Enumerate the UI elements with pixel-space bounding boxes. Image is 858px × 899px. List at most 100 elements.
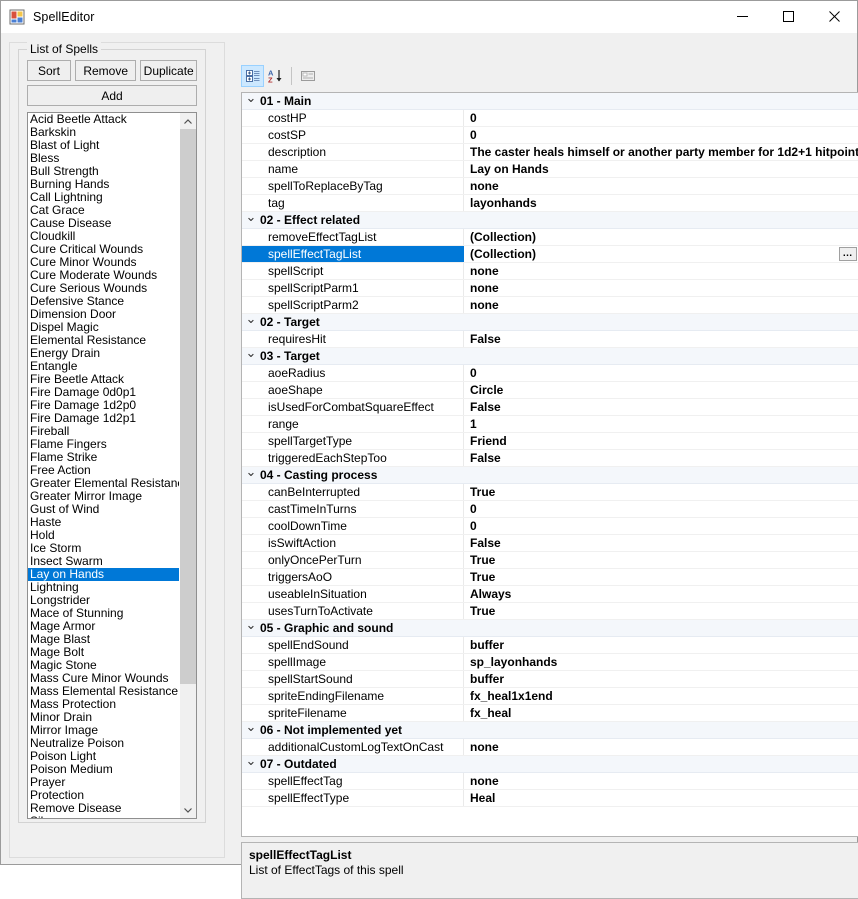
maximize-button[interactable] [765, 1, 811, 32]
list-item[interactable]: Cause Disease [28, 217, 179, 230]
list-item[interactable]: Cure Minor Wounds [28, 256, 179, 269]
list-item[interactable]: Cloudkill [28, 230, 179, 243]
property-category-header[interactable]: ⌄ 07 - Outdated [242, 753, 858, 773]
list-item[interactable]: Lightning [28, 581, 179, 594]
sort-button[interactable]: Sort [27, 60, 71, 81]
property-row[interactable]: aoeShape Circle [242, 382, 858, 399]
property-row[interactable]: triggeredEachStepToo False [242, 450, 858, 467]
duplicate-button[interactable]: Duplicate [140, 60, 197, 81]
list-item[interactable]: Cure Critical Wounds [28, 243, 179, 256]
property-row[interactable]: spellStartSound buffer [242, 671, 858, 688]
chevron-down-icon[interactable]: ⌄ [242, 617, 260, 633]
property-row[interactable]: requiresHit False [242, 331, 858, 348]
property-row[interactable]: aoeRadius 0 [242, 365, 858, 382]
property-value[interactable]: 0 [464, 127, 858, 143]
list-item[interactable]: Greater Elemental Resistanc [28, 477, 179, 490]
property-value[interactable]: False [464, 450, 858, 466]
list-item[interactable]: Dispel Magic [28, 321, 179, 334]
list-item[interactable]: Minor Drain [28, 711, 179, 724]
property-row[interactable]: useableInSituation Always [242, 586, 858, 603]
property-value[interactable]: 1 [464, 416, 858, 432]
list-item[interactable]: Flame Fingers [28, 438, 179, 451]
list-item[interactable]: Gust of Wind [28, 503, 179, 516]
property-value[interactable]: fx_heal [464, 705, 858, 721]
list-item[interactable]: Silence [28, 815, 179, 818]
list-item[interactable]: Mass Protection [28, 698, 179, 711]
list-item[interactable]: Fire Damage 0d0p1 [28, 386, 179, 399]
property-value[interactable]: False [464, 535, 858, 551]
property-value[interactable]: True [464, 552, 858, 568]
list-item[interactable]: Flame Strike [28, 451, 179, 464]
property-value[interactable]: none [464, 739, 858, 755]
list-item[interactable]: Haste [28, 516, 179, 529]
chevron-down-icon[interactable]: ⌄ [242, 209, 260, 225]
property-row[interactable]: costSP 0 [242, 127, 858, 144]
chevron-down-icon[interactable]: ⌄ [242, 464, 260, 480]
property-row[interactable]: coolDownTime 0 [242, 518, 858, 535]
property-value[interactable]: True [464, 484, 858, 500]
chevron-down-icon[interactable]: ⌄ [242, 93, 260, 106]
property-category-header[interactable]: ⌄ 02 - Effect related [242, 209, 858, 229]
alphabetical-sort-icon[interactable]: A Z [264, 65, 287, 87]
property-category-header[interactable]: ⌄ 03 - Target [242, 345, 858, 365]
minimize-button[interactable] [719, 1, 765, 32]
property-row[interactable]: range 1 [242, 416, 858, 433]
scrollbar-thumb[interactable] [180, 129, 196, 684]
list-item[interactable]: Greater Mirror Image [28, 490, 179, 503]
property-category-header[interactable]: ⌄ 02 - Target [242, 311, 858, 331]
list-item[interactable]: Dimension Door [28, 308, 179, 321]
list-item[interactable]: Bull Strength [28, 165, 179, 178]
list-item[interactable]: Call Lightning [28, 191, 179, 204]
property-value[interactable]: none [464, 280, 858, 296]
chevron-down-icon[interactable]: ⌄ [242, 719, 260, 735]
property-row[interactable]: isUsedForCombatSquareEffect False [242, 399, 858, 416]
property-value[interactable]: none [464, 297, 858, 313]
property-row[interactable]: spellScriptParm1 none [242, 280, 858, 297]
property-row[interactable]: spellEffectTag none [242, 773, 858, 790]
property-row[interactable]: canBeInterrupted True [242, 484, 858, 501]
list-item[interactable]: Fireball [28, 425, 179, 438]
property-row[interactable]: spriteEndingFilename fx_heal1x1end [242, 688, 858, 705]
property-value[interactable]: none [464, 178, 858, 194]
list-item[interactable]: Bless [28, 152, 179, 165]
property-row[interactable]: spellEndSound buffer [242, 637, 858, 654]
property-row[interactable]: usesTurnToActivate True [242, 603, 858, 620]
scroll-down-arrow-icon[interactable] [180, 802, 196, 818]
list-item[interactable]: Magic Stone [28, 659, 179, 672]
list-item[interactable]: Mage Bolt [28, 646, 179, 659]
property-value[interactable]: 0 [464, 501, 858, 517]
list-item[interactable]: Mace of Stunning [28, 607, 179, 620]
list-item[interactable]: Mirror Image [28, 724, 179, 737]
spell-list-items[interactable]: Acid Beetle Attack Barkskin Blast of Light… [28, 113, 179, 818]
list-item[interactable]: Acid Beetle Attack [28, 113, 179, 126]
list-item[interactable]: Prayer [28, 776, 179, 789]
property-value[interactable]: (Collection) [464, 229, 858, 245]
property-value[interactable]: True [464, 603, 858, 619]
list-item[interactable]: Hold [28, 529, 179, 542]
property-row[interactable]: spellEffectType Heal [242, 790, 858, 807]
list-item[interactable]: Neutralize Poison [28, 737, 179, 750]
property-row[interactable]: tag layonhands [242, 195, 858, 212]
property-value[interactable]: False [464, 331, 858, 347]
list-item[interactable]: Fire Beetle Attack [28, 373, 179, 386]
property-value[interactable]: Always [464, 586, 858, 602]
list-item[interactable]: Insect Swarm [28, 555, 179, 568]
property-value[interactable]: 0 [464, 518, 858, 534]
property-value[interactable]: Heal [464, 790, 858, 806]
list-item[interactable]: Defensive Stance [28, 295, 179, 308]
list-item[interactable]: Lay on Hands [28, 568, 179, 581]
list-item[interactable]: Mass Cure Minor Wounds [28, 672, 179, 685]
property-value[interactable]: Lay on Hands [464, 161, 858, 177]
property-value[interactable]: Circle [464, 382, 858, 398]
property-row[interactable]: spellScript none [242, 263, 858, 280]
property-row[interactable]: triggersAoO True [242, 569, 858, 586]
property-value[interactable]: 0 [464, 365, 858, 381]
property-value[interactable]: 0 [464, 110, 858, 126]
property-value[interactable]: none [464, 773, 858, 789]
property-row[interactable]: name Lay on Hands [242, 161, 858, 178]
list-item[interactable]: Blast of Light [28, 139, 179, 152]
list-item[interactable]: Cat Grace [28, 204, 179, 217]
list-item[interactable]: Poison Medium [28, 763, 179, 776]
list-item[interactable]: Remove Disease [28, 802, 179, 815]
property-value[interactable]: Friend [464, 433, 858, 449]
